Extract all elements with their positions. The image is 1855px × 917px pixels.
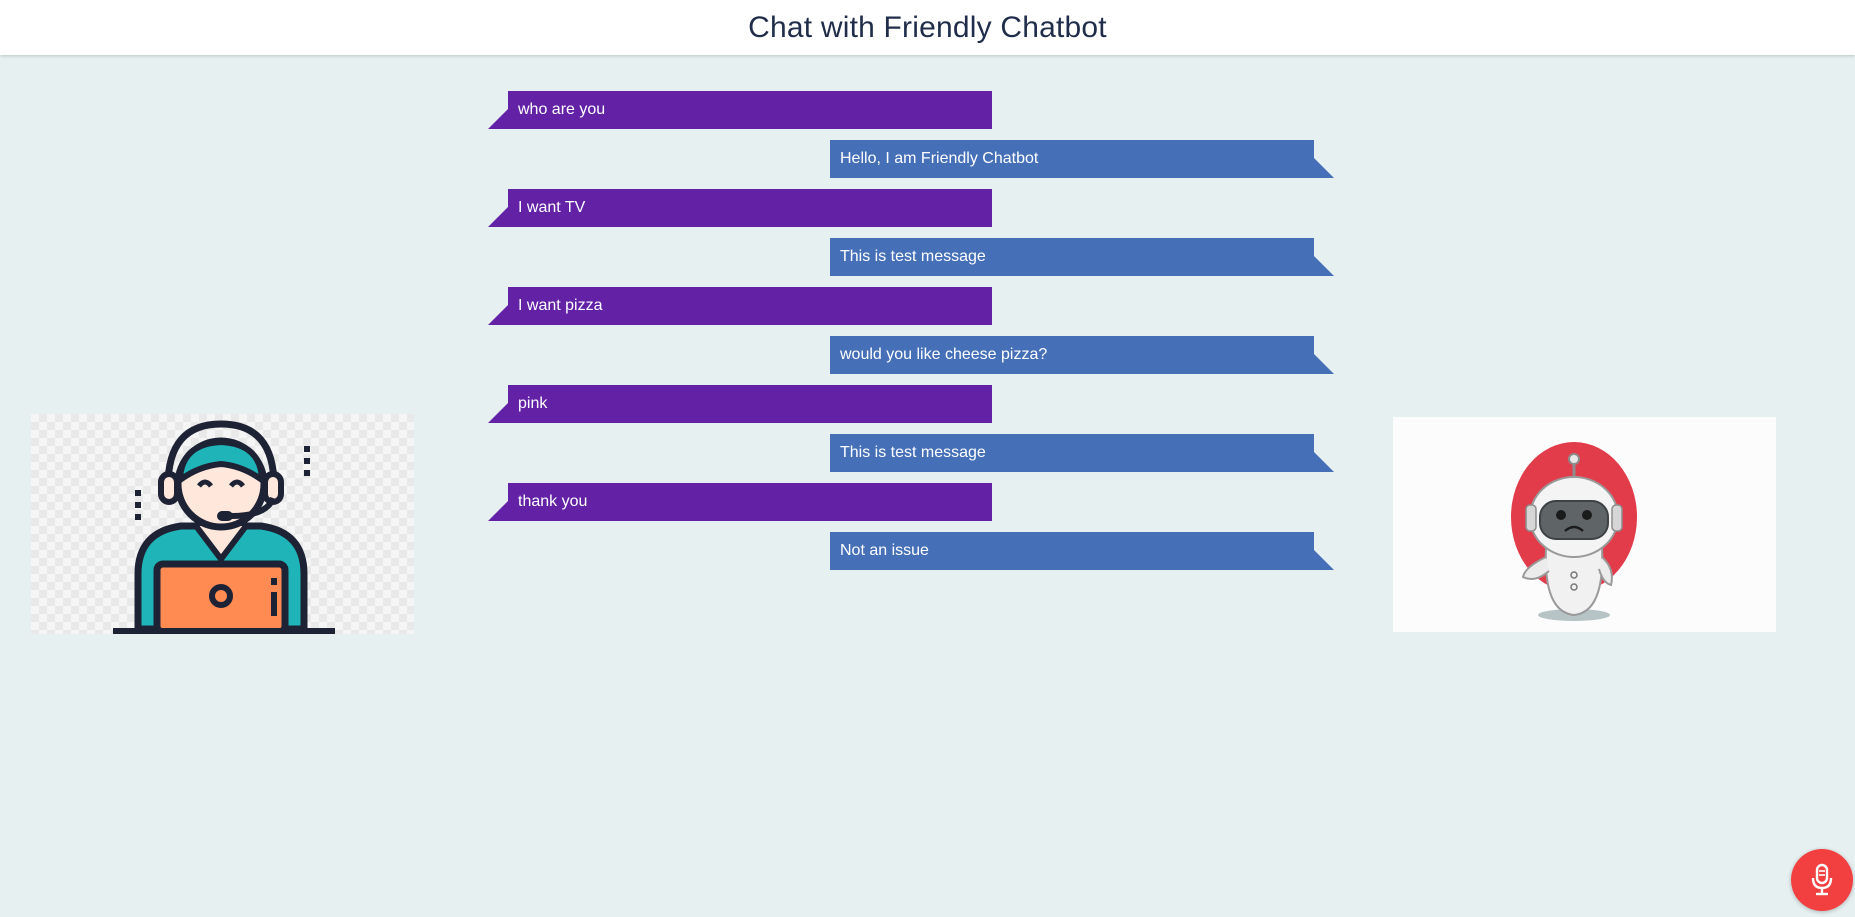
message-text: thank you: [518, 493, 588, 510]
message-text: Not an issue: [840, 542, 929, 559]
microphone-icon: [1811, 863, 1833, 896]
message-text: who are you: [518, 101, 606, 118]
message-text: This is test message: [840, 248, 986, 265]
bot-message: Hello, I am Friendly Chatbot: [830, 140, 1334, 178]
message-text: I want TV: [518, 199, 586, 216]
user-avatar: [31, 414, 414, 636]
bot-message: would you like cheese pizza?: [830, 336, 1334, 374]
message-text: I want pizza: [518, 297, 603, 314]
bot-message: This is test message: [830, 434, 1334, 472]
message-text: This is test message: [840, 444, 986, 461]
user-message: who are you: [488, 91, 992, 129]
bot-message: Not an issue: [830, 532, 1334, 570]
bot-message: This is test message: [830, 238, 1334, 276]
message-text: would you like cheese pizza?: [840, 346, 1048, 363]
robot-icon: [1511, 442, 1637, 621]
user-message: pink: [488, 385, 992, 423]
message-text: pink: [518, 395, 548, 412]
user-message: thank you: [488, 483, 992, 521]
microphone-button[interactable]: [1791, 849, 1853, 911]
user-message: I want pizza: [488, 287, 992, 325]
message-text: Hello, I am Friendly Chatbot: [840, 150, 1039, 167]
bot-avatar: [1393, 417, 1776, 632]
customer-support-agent-icon: [113, 420, 335, 636]
user-message: I want TV: [488, 189, 992, 227]
